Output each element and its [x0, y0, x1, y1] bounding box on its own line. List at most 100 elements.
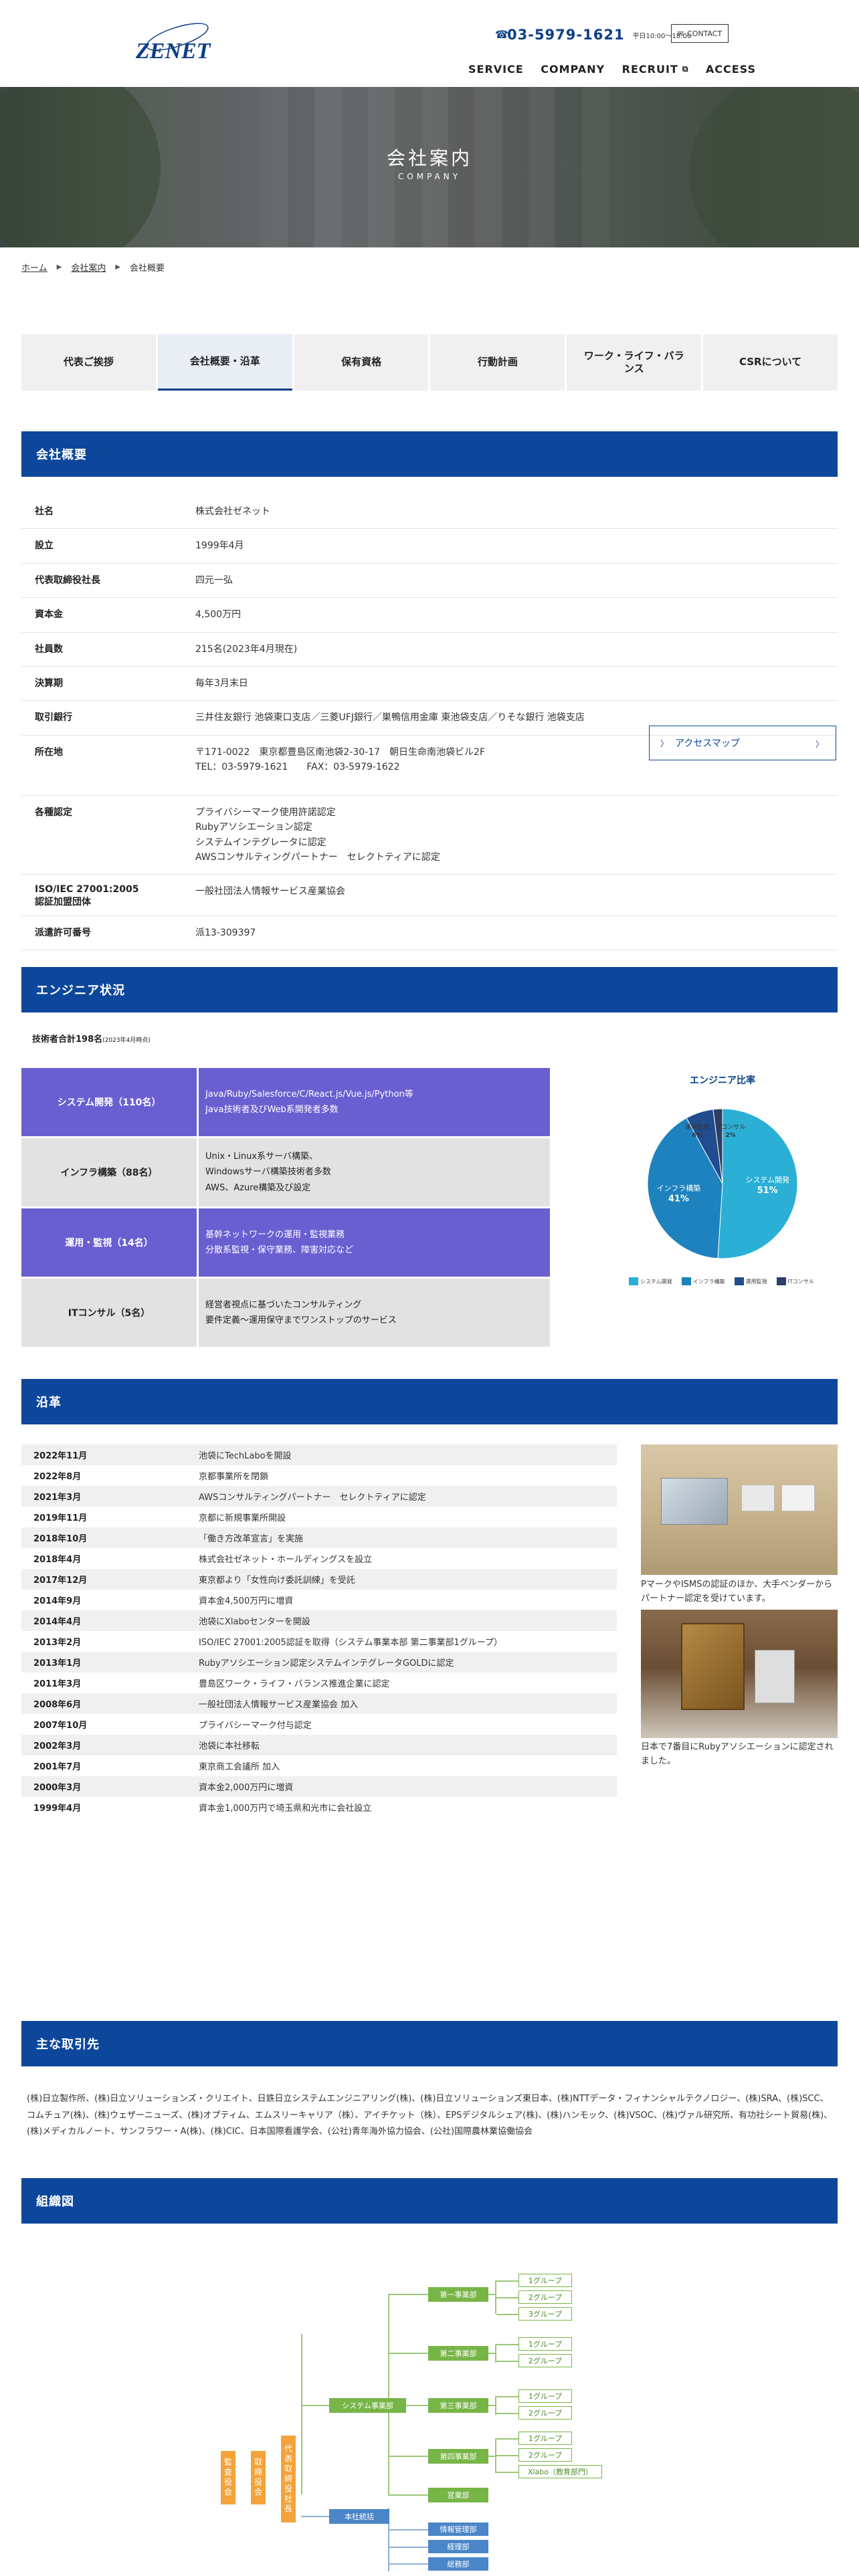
org-d3-group-1: 1グループ — [518, 2389, 572, 2403]
nav-recruit[interactable]: RECRUIT ⧉ — [622, 63, 689, 76]
contact-button[interactable]: ✉ CONTACT — [671, 24, 729, 43]
history-date: 2018年10月 — [33, 1534, 88, 1544]
engineer-description-line: Unix・Linux系サーバ構築、 — [205, 1151, 318, 1162]
history-row: 2018年4月 株式会社ゼネット・ホールディングスを設立 — [21, 1548, 617, 1569]
history-row: 2001年7月 東京商工会議所 加入 — [21, 1755, 617, 1776]
pie-label-value: 6% — [692, 1132, 702, 1139]
breadcrumb-home[interactable]: ホーム — [21, 261, 47, 274]
tab-overview-history[interactable]: 会社概要・沿革 — [157, 334, 292, 391]
company-row-value: 毎年3月末日 — [195, 667, 838, 700]
engineer-description-line: 要件定義〜運用保守までワンストップのサービス — [205, 1315, 397, 1325]
org-connector — [388, 2353, 428, 2354]
nav-service[interactable]: SERVICE — [468, 63, 524, 76]
pie-label-value: 41% — [668, 1194, 689, 1204]
chart-legend: システム開発 インフラ構築 運用監視 ITコンサル — [629, 1277, 830, 1285]
history-row: 2014年9月 資本金4,500万円に増資 — [21, 1590, 617, 1610]
history-row: 2007年10月 プライバシーマーク付与認定 — [21, 1714, 617, 1735]
history-date: 2007年10月 — [33, 1721, 88, 1731]
org-connector — [301, 2334, 302, 2494]
org-division-2: 第二事業部 — [428, 2346, 488, 2361]
section-heading-history: 沿革 — [21, 1379, 838, 1424]
company-row: 派遣許可番号 派13-309397 — [21, 916, 838, 951]
org-d1-group-3: 3グループ — [518, 2307, 572, 2321]
org-connector — [388, 2563, 428, 2565]
company-row-label: 取引銀行 — [35, 712, 72, 724]
org-connector — [388, 2456, 428, 2457]
org-d2-group-1: 1グループ — [518, 2337, 572, 2351]
access-map-button[interactable]: 〉 アクセスマップ 〉 — [649, 726, 836, 760]
tab-csr[interactable]: CSRについて — [703, 334, 838, 391]
org-audit-board: 監査役会 — [221, 2451, 235, 2504]
engineer-row: ITコンサル（5名） 経営者視点に基づいたコンサルティング 要件定義〜運用保守までワ… — [21, 1279, 550, 1347]
hero-banner: 会社案内 COMPANY — [0, 87, 859, 247]
legend-item: システム開発 — [629, 1277, 672, 1285]
engineer-category: システム開発（110名） — [21, 1068, 197, 1136]
zenet-logo[interactable]: ZENET — [130, 17, 217, 70]
org-connector — [388, 2494, 428, 2496]
history-event: 東京商工会議所 加入 — [199, 1762, 280, 1772]
tab-action-plan[interactable]: 行動計画 — [430, 334, 565, 391]
history-date: 2018年4月 — [33, 1555, 82, 1565]
company-value-line: 三井住友銀行 池袋東口支店／三菱UFJ銀行／巣鴨信用金庫 東池袋支店／りそな銀行… — [195, 712, 585, 724]
org-general-affairs: 総務部 — [428, 2557, 488, 2571]
history-row: 2013年2月 ISO/IEC 27001:2005認証を取得（システム事業本部 … — [21, 1631, 617, 1652]
engineer-description: 経営者視点に基づいたコンサルティング 要件定義〜運用保守までワンストップのサービス — [199, 1279, 550, 1347]
history-date: 2001年7月 — [33, 1762, 82, 1772]
org-d3-group-2: 2グループ — [518, 2406, 572, 2420]
engineer-category: ITコンサル（5名） — [21, 1279, 197, 1347]
company-value-line: 毎年3月末日 — [195, 677, 248, 689]
company-value-line: システムインテグレータに認定 — [195, 837, 326, 848]
pie-label-name: インフラ構築 — [657, 1184, 701, 1193]
engineer-total: 技術者合計198名(2023年4月時点) — [32, 1032, 151, 1045]
engineer-description: 基幹ネットワークの運用・監視業務 分散系監視・保守業務、障害対応など — [199, 1208, 550, 1277]
tab-work-life-balance[interactable]: ワーク・ライフ・バランス — [567, 334, 702, 391]
org-d1-group-1: 1グループ — [518, 2274, 572, 2287]
history-event: AWSコンサルティングパートナー セレクトティアに認定 — [199, 1493, 426, 1503]
history-date: 2014年9月 — [33, 1596, 82, 1606]
org-connector — [496, 2314, 518, 2315]
engineer-description: Unix・Linux系サーバ構築、 Windowsサーバ構築技術者多数 AWS、Az… — [199, 1138, 550, 1206]
org-connector — [388, 2547, 428, 2548]
history-date: 2013年1月 — [33, 1658, 82, 1669]
nav-access[interactable]: ACCESS — [706, 63, 756, 76]
chevron-right-icon: 〉 — [815, 740, 824, 749]
org-accounting: 経理部 — [428, 2540, 488, 2553]
history-row: 2019年11月 京都に新規事業所開設 — [21, 1507, 617, 1527]
pie-label-name: ITコンサル — [716, 1123, 745, 1131]
company-row: 社名 株式会社ゼネット — [21, 495, 838, 530]
company-row-value: プライバシーマーク使用許諾認定 Rubyアソシエーション認定 システムインテグレータ… — [195, 796, 838, 874]
org-connector — [388, 2529, 428, 2531]
contact-label: CONTACT — [687, 29, 723, 38]
tab-greeting[interactable]: 代表ご挨拶 — [21, 334, 156, 391]
engineer-table: システム開発（110名） Java/Ruby/Salesforce/C/React… — [21, 1068, 550, 1349]
breadcrumb-arrow-icon: ▶ — [56, 263, 62, 271]
engineer-pie-chart: システム開発 51% インフラ構築 41% 運用監視 6% ITコンサル 2% — [642, 1097, 803, 1271]
org-connector — [388, 2294, 389, 2494]
org-board-directors: 取締役会 — [251, 2451, 266, 2504]
history-date: 2002年3月 — [33, 1741, 82, 1751]
company-row: 各種認定 プライバシーマーク使用許諾認定 Rubyアソシエーション認定 システムインテ… — [21, 796, 838, 875]
clients-list: (株)日立製作所、(株)日立ソリューションズ・クリエイト、日鉄日立システムエンジ… — [27, 2094, 833, 2137]
breadcrumb-company[interactable]: 会社案内 — [71, 261, 106, 274]
history-date: 2021年3月 — [33, 1493, 82, 1503]
tab-certifications[interactable]: 保有資格 — [294, 334, 429, 391]
org-connector — [488, 2294, 496, 2295]
org-system-division: システム事業部 — [329, 2398, 406, 2413]
nav-company[interactable]: COMPANY — [541, 63, 605, 76]
phone-number[interactable]: 03-5979-1621 — [507, 27, 625, 43]
company-row: 代表取締役社長 四元一弘 — [21, 564, 838, 599]
engineer-row: システム開発（110名） Java/Ruby/Salesforce/C/React… — [21, 1068, 550, 1136]
section-heading-clients: 主な取引先 — [21, 2021, 838, 2066]
ruby-award-photo — [641, 1610, 838, 1738]
global-nav: SERVICE COMPANY RECRUIT ⧉ ACCESS — [468, 59, 756, 79]
history-row: 1999年4月 資本金1,000万円で埼玉県和光市に会社設立 — [21, 1797, 617, 1818]
chart-title: エンジニア比率 — [690, 1075, 755, 1086]
engineer-description-line: AWS、Azure構築及び設定 — [205, 1182, 311, 1193]
company-value-line: 4,500万円 — [195, 609, 242, 621]
company-row-label: 社名 — [35, 506, 54, 517]
company-row-label: 資本金 — [35, 609, 63, 621]
pie-label-value: 2% — [725, 1132, 735, 1139]
award-plaque — [755, 1650, 795, 1703]
phone-block[interactable]: ☎ 03-5979-1621 平日10:00〜18:00 — [495, 27, 691, 43]
company-row-value: 1999年4月 — [195, 529, 838, 562]
